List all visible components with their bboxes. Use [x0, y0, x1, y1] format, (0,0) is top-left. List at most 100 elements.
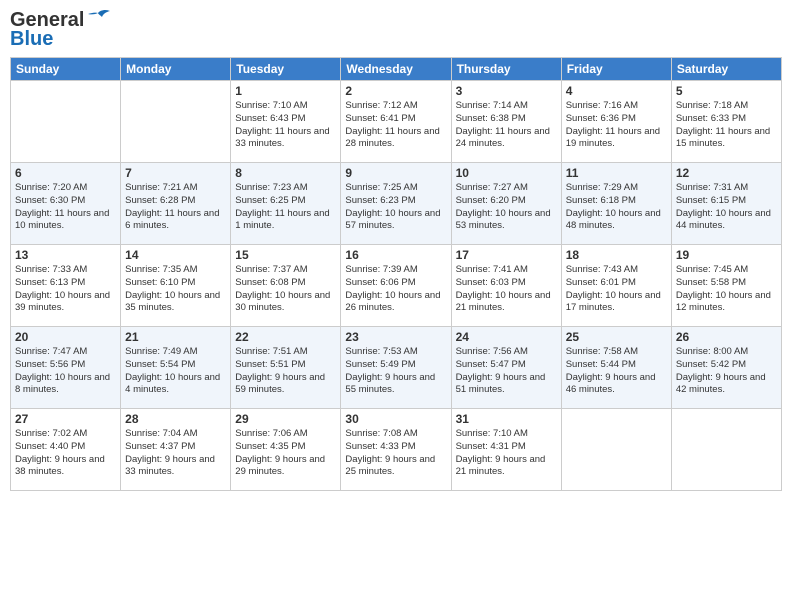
day-number: 28	[125, 412, 226, 426]
day-number: 13	[15, 248, 116, 262]
calendar-cell: 8 Sunrise: 7:23 AMSunset: 6:25 PMDaylight…	[231, 163, 341, 245]
day-number: 14	[125, 248, 226, 262]
day-info: Sunrise: 7:45 AMSunset: 5:58 PMDaylight:…	[676, 264, 777, 315]
week-row-2: 6 Sunrise: 7:20 AMSunset: 6:30 PMDaylight…	[11, 163, 782, 245]
day-number: 26	[676, 330, 777, 344]
day-info: Sunrise: 7:35 AMSunset: 6:10 PMDaylight:…	[125, 264, 226, 315]
calendar-cell: 12 Sunrise: 7:31 AMSunset: 6:15 PMDayligh…	[671, 163, 781, 245]
day-info: Sunrise: 7:51 AMSunset: 5:51 PMDaylight:…	[235, 346, 336, 397]
calendar-cell: 28 Sunrise: 7:04 AMSunset: 4:37 PMDayligh…	[121, 409, 231, 491]
day-info: Sunrise: 7:27 AMSunset: 6:20 PMDaylight:…	[456, 182, 557, 233]
day-info: Sunrise: 7:53 AMSunset: 5:49 PMDaylight:…	[345, 346, 446, 397]
weekday-header-tuesday: Tuesday	[231, 58, 341, 81]
day-number: 22	[235, 330, 336, 344]
day-number: 18	[566, 248, 667, 262]
calendar-cell: 6 Sunrise: 7:20 AMSunset: 6:30 PMDaylight…	[11, 163, 121, 245]
calendar-cell: 17 Sunrise: 7:41 AMSunset: 6:03 PMDayligh…	[451, 245, 561, 327]
day-info: Sunrise: 7:21 AMSunset: 6:28 PMDaylight:…	[125, 182, 226, 233]
day-info: Sunrise: 8:00 AMSunset: 5:42 PMDaylight:…	[676, 346, 777, 397]
day-info: Sunrise: 7:06 AMSunset: 4:35 PMDaylight:…	[235, 428, 336, 479]
calendar-cell: 26 Sunrise: 8:00 AMSunset: 5:42 PMDayligh…	[671, 327, 781, 409]
day-number: 11	[566, 166, 667, 180]
page: General Blue SundayMondayTuesdayWednesda…	[0, 0, 792, 612]
calendar-cell: 27Sunrise: 7:02 AMSunset: 4:40 PMDayligh…	[11, 409, 121, 491]
day-number: 1	[235, 84, 336, 98]
day-number: 4	[566, 84, 667, 98]
day-info: Sunrise: 7:23 AMSunset: 6:25 PMDaylight:…	[235, 182, 336, 233]
day-number: 10	[456, 166, 557, 180]
calendar-cell: 31 Sunrise: 7:10 AMSunset: 4:31 PMDayligh…	[451, 409, 561, 491]
calendar-table: SundayMondayTuesdayWednesdayThursdayFrid…	[10, 57, 782, 491]
day-number: 8	[235, 166, 336, 180]
day-info: Sunrise: 7:41 AMSunset: 6:03 PMDaylight:…	[456, 264, 557, 315]
calendar-cell: 10 Sunrise: 7:27 AMSunset: 6:20 PMDayligh…	[451, 163, 561, 245]
week-row-1: 1 Sunrise: 7:10 AMSunset: 6:43 PMDaylight…	[11, 81, 782, 163]
weekday-header-wednesday: Wednesday	[341, 58, 451, 81]
calendar-cell: 15 Sunrise: 7:37 AMSunset: 6:08 PMDayligh…	[231, 245, 341, 327]
calendar-cell: 5 Sunrise: 7:18 AMSunset: 6:33 PMDaylight…	[671, 81, 781, 163]
day-info: Sunrise: 7:43 AMSunset: 6:01 PMDaylight:…	[566, 264, 667, 315]
calendar-cell: 29 Sunrise: 7:06 AMSunset: 4:35 PMDayligh…	[231, 409, 341, 491]
calendar-cell: 23Sunrise: 7:53 AMSunset: 5:49 PMDayligh…	[341, 327, 451, 409]
day-number: 3	[456, 84, 557, 98]
weekday-header-saturday: Saturday	[671, 58, 781, 81]
day-info: Sunrise: 7:58 AMSunset: 5:44 PMDaylight:…	[566, 346, 667, 397]
day-info: Sunrise: 7:16 AMSunset: 6:36 PMDaylight:…	[566, 100, 667, 151]
day-info: Sunrise: 7:29 AMSunset: 6:18 PMDaylight:…	[566, 182, 667, 233]
calendar-cell: 20Sunrise: 7:47 AMSunset: 5:56 PMDayligh…	[11, 327, 121, 409]
weekday-header-sunday: Sunday	[11, 58, 121, 81]
calendar-cell	[121, 81, 231, 163]
day-number: 25	[566, 330, 667, 344]
calendar-cell	[671, 409, 781, 491]
calendar-cell	[11, 81, 121, 163]
calendar-cell: 16Sunrise: 7:39 AMSunset: 6:06 PMDayligh…	[341, 245, 451, 327]
day-info: Sunrise: 7:56 AMSunset: 5:47 PMDaylight:…	[456, 346, 557, 397]
logo-blue-text: Blue	[10, 28, 53, 51]
calendar-cell: 22 Sunrise: 7:51 AMSunset: 5:51 PMDayligh…	[231, 327, 341, 409]
calendar-cell: 11 Sunrise: 7:29 AMSunset: 6:18 PMDayligh…	[561, 163, 671, 245]
day-info: Sunrise: 7:18 AMSunset: 6:33 PMDaylight:…	[676, 100, 777, 151]
day-info: Sunrise: 7:49 AMSunset: 5:54 PMDaylight:…	[125, 346, 226, 397]
calendar-cell: 3 Sunrise: 7:14 AMSunset: 6:38 PMDaylight…	[451, 81, 561, 163]
day-info: Sunrise: 7:04 AMSunset: 4:37 PMDaylight:…	[125, 428, 226, 479]
logo: General Blue	[10, 10, 110, 51]
day-number: 29	[235, 412, 336, 426]
day-number: 5	[676, 84, 777, 98]
day-info: Sunrise: 7:08 AMSunset: 4:33 PMDaylight:…	[345, 428, 446, 479]
weekday-header-monday: Monday	[121, 58, 231, 81]
day-info: Sunrise: 7:12 AMSunset: 6:41 PMDaylight:…	[345, 100, 446, 151]
day-number: 21	[125, 330, 226, 344]
day-number: 19	[676, 248, 777, 262]
day-info: Sunrise: 7:20 AMSunset: 6:30 PMDaylight:…	[15, 182, 116, 233]
day-number: 17	[456, 248, 557, 262]
logo-text: General	[10, 10, 84, 30]
day-info: Sunrise: 7:14 AMSunset: 6:38 PMDaylight:…	[456, 100, 557, 151]
calendar-cell: 2 Sunrise: 7:12 AMSunset: 6:41 PMDaylight…	[341, 81, 451, 163]
day-number: 20	[15, 330, 116, 344]
calendar-cell: 18 Sunrise: 7:43 AMSunset: 6:01 PMDayligh…	[561, 245, 671, 327]
day-info: Sunrise: 7:37 AMSunset: 6:08 PMDaylight:…	[235, 264, 336, 315]
calendar-cell: 7Sunrise: 7:21 AMSunset: 6:28 PMDaylight…	[121, 163, 231, 245]
calendar-cell	[561, 409, 671, 491]
weekday-header-row: SundayMondayTuesdayWednesdayThursdayFrid…	[11, 58, 782, 81]
day-number: 12	[676, 166, 777, 180]
day-number: 31	[456, 412, 557, 426]
calendar-cell: 1 Sunrise: 7:10 AMSunset: 6:43 PMDaylight…	[231, 81, 341, 163]
calendar-cell: 19 Sunrise: 7:45 AMSunset: 5:58 PMDayligh…	[671, 245, 781, 327]
calendar-cell: 30Sunrise: 7:08 AMSunset: 4:33 PMDayligh…	[341, 409, 451, 491]
calendar-cell: 21 Sunrise: 7:49 AMSunset: 5:54 PMDayligh…	[121, 327, 231, 409]
day-info: Sunrise: 7:25 AMSunset: 6:23 PMDaylight:…	[345, 182, 446, 233]
day-info: Sunrise: 7:39 AMSunset: 6:06 PMDaylight:…	[345, 264, 446, 315]
day-number: 15	[235, 248, 336, 262]
header: General Blue	[10, 10, 782, 51]
day-info: Sunrise: 7:10 AMSunset: 4:31 PMDaylight:…	[456, 428, 557, 479]
day-number: 6	[15, 166, 116, 180]
calendar-cell: 25 Sunrise: 7:58 AMSunset: 5:44 PMDayligh…	[561, 327, 671, 409]
day-number: 2	[345, 84, 446, 98]
day-number: 9	[345, 166, 446, 180]
day-info: Sunrise: 7:02 AMSunset: 4:40 PMDaylight:…	[15, 428, 116, 479]
calendar-cell: 14 Sunrise: 7:35 AMSunset: 6:10 PMDayligh…	[121, 245, 231, 327]
day-info: Sunrise: 7:10 AMSunset: 6:43 PMDaylight:…	[235, 100, 336, 151]
logo-bird-icon	[88, 9, 110, 27]
day-info: Sunrise: 7:31 AMSunset: 6:15 PMDaylight:…	[676, 182, 777, 233]
